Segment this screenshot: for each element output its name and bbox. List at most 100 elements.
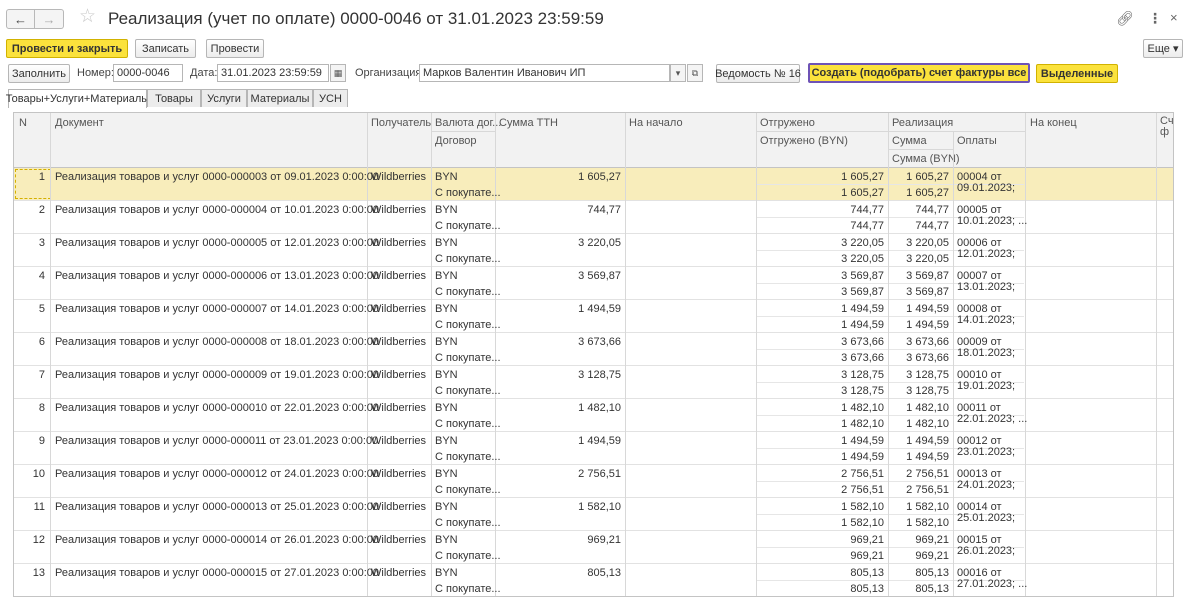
sum-cell: 1 582,10: [906, 501, 949, 513]
currency-cell: BYN: [435, 204, 458, 216]
table-row[interactable]: 5 Реализация товаров и услуг 0000-000007 …: [14, 300, 1173, 333]
sum-byn-cell: 1 605,27: [906, 187, 949, 199]
contract-cell: С покупате...: [435, 319, 501, 331]
table-row[interactable]: 9 Реализация товаров и услуг 0000-000011 …: [14, 432, 1173, 465]
column-divider: [431, 465, 432, 498]
contract-cell: С покупате...: [435, 583, 501, 595]
col-currency[interactable]: Валюта дог...: [435, 117, 501, 129]
column-divider: [953, 234, 954, 267]
header-divider: [953, 131, 954, 168]
more-button[interactable]: Еще ▾: [1143, 39, 1183, 58]
shipped-byn-cell: 805,13: [850, 583, 884, 595]
table-row[interactable]: 6 Реализация товаров и услуг 0000-000008 …: [14, 333, 1173, 366]
close-icon[interactable]: ×: [1170, 10, 1178, 25]
sum-cell: 3 128,75: [906, 369, 949, 381]
col-shipped[interactable]: Отгружено: [760, 117, 815, 129]
table-row[interactable]: 10 Реализация товаров и услуг 0000-000012…: [14, 465, 1173, 498]
shipped-cell: 744,77: [850, 204, 884, 216]
table-row[interactable]: 12 Реализация товаров и услуг 0000-000014…: [14, 531, 1173, 564]
col-document[interactable]: Документ: [55, 117, 104, 129]
col-end[interactable]: На конец: [1030, 117, 1077, 129]
column-divider: [625, 465, 626, 498]
sum-ttn-cell: 3 569,87: [578, 270, 621, 282]
col-shipped-byn[interactable]: Отгружено (BYN): [760, 135, 848, 147]
tab-usn[interactable]: УСН: [313, 89, 348, 107]
forward-icon[interactable]: →: [35, 9, 64, 29]
col-contract[interactable]: Договор: [435, 135, 477, 147]
table-row[interactable]: 11 Реализация товаров и услуг 0000-000013…: [14, 498, 1173, 531]
currency-cell: BYN: [435, 468, 458, 480]
table-row[interactable]: 3 Реализация товаров и услуг 0000-000005 …: [14, 234, 1173, 267]
shipped-cell: 2 756,51: [841, 468, 884, 480]
column-divider: [756, 564, 757, 596]
link-icon[interactable]: 🔗︎: [1116, 10, 1134, 27]
recipient-cell: Wildberries: [371, 435, 427, 447]
column-divider: [1156, 564, 1157, 596]
sum-byn-cell: 1 582,10: [906, 517, 949, 529]
column-divider: [953, 201, 954, 234]
table-row[interactable]: 8 Реализация товаров и услуг 0000-000010 …: [14, 399, 1173, 432]
document-cell: Реализация товаров и услуг 0000-000015 о…: [55, 567, 380, 579]
payments-cell-line2: 14.01.2023;: [957, 314, 1016, 326]
back-icon[interactable]: ←: [6, 9, 35, 29]
sum-ttn-cell: 3 673,66: [578, 336, 621, 348]
column-divider: [888, 366, 889, 399]
column-divider: [1156, 201, 1157, 234]
col-n[interactable]: N: [19, 117, 27, 129]
shipped-byn-cell: 3 673,66: [841, 352, 884, 364]
chevron-down-icon[interactable]: ▾: [670, 64, 686, 82]
fill-button[interactable]: Заполнить: [8, 64, 70, 83]
col-sum-byn[interactable]: Сумма (BYN): [892, 153, 960, 165]
create-invoice-button[interactable]: Создать (подобрать) счет фактуры все: [808, 63, 1030, 83]
column-divider: [431, 333, 432, 366]
post-button[interactable]: Провести: [206, 39, 264, 58]
column-divider: [1025, 465, 1026, 498]
number-field[interactable]: 0000-0046: [113, 64, 183, 82]
contract-cell: С покупате...: [435, 220, 501, 232]
favorite-star-icon[interactable]: ☆: [79, 7, 96, 26]
header-divider: [367, 113, 368, 168]
payments-cell-line2: 22.01.2023; ...: [957, 413, 1028, 425]
date-field[interactable]: 31.01.2023 23:59:59: [217, 64, 329, 82]
col-recipient[interactable]: Получатель: [371, 117, 431, 129]
col-payments[interactable]: Оплаты: [957, 135, 997, 147]
statement-button[interactable]: Ведомость № 16: [715, 64, 801, 83]
tab-materials[interactable]: Материалы: [247, 89, 313, 107]
column-divider: [1156, 234, 1157, 267]
tab-services[interactable]: Услуги: [201, 89, 247, 107]
column-divider: [953, 465, 954, 498]
col-invoice[interactable]: Сч ф: [1160, 116, 1173, 138]
header-divider: [431, 113, 432, 168]
col-realization[interactable]: Реализация: [892, 117, 953, 129]
tab-goods-services-materials[interactable]: Товары+Услуги+Материалы: [6, 89, 149, 108]
documents-table[interactable]: N Документ Получатель Валюта дог... Дого…: [13, 112, 1174, 597]
table-row[interactable]: 1 Реализация товаров и услуг 0000-000003 …: [14, 168, 1173, 201]
recipient-cell: Wildberries: [371, 369, 427, 381]
contract-cell: С покупате...: [435, 187, 501, 199]
sum-ttn-cell: 3 220,05: [578, 237, 621, 249]
calendar-icon[interactable]: ▦: [330, 64, 346, 82]
selected-button[interactable]: Выделенные: [1036, 64, 1118, 83]
recipient-cell: Wildberries: [371, 501, 427, 513]
column-divider: [431, 300, 432, 333]
col-sum-ttn[interactable]: Сумма ТТН: [499, 117, 558, 129]
table-row[interactable]: 13 Реализация товаров и услуг 0000-000015…: [14, 564, 1173, 596]
organization-field[interactable]: Марков Валентин Иванович ИП: [419, 64, 670, 82]
save-button[interactable]: Записать: [135, 39, 196, 58]
open-icon[interactable]: ⧉: [687, 64, 703, 82]
column-divider: [1156, 399, 1157, 432]
column-divider: [888, 498, 889, 531]
post-and-close-button[interactable]: Провести и закрыть: [6, 39, 128, 58]
table-row[interactable]: 4 Реализация товаров и услуг 0000-000006 …: [14, 267, 1173, 300]
column-divider: [50, 399, 51, 432]
col-start[interactable]: На начало: [629, 117, 683, 129]
table-row[interactable]: 7 Реализация товаров и услуг 0000-000009 …: [14, 366, 1173, 399]
column-divider: [431, 564, 432, 596]
col-sum[interactable]: Сумма: [892, 135, 927, 147]
currency-cell: BYN: [435, 501, 458, 513]
more-menu-icon[interactable]: ⋮: [1148, 10, 1162, 27]
table-row[interactable]: 2 Реализация товаров и услуг 0000-000004 …: [14, 201, 1173, 234]
column-divider: [756, 168, 757, 201]
contract-cell: С покупате...: [435, 418, 501, 430]
tab-goods[interactable]: Товары: [147, 89, 201, 107]
